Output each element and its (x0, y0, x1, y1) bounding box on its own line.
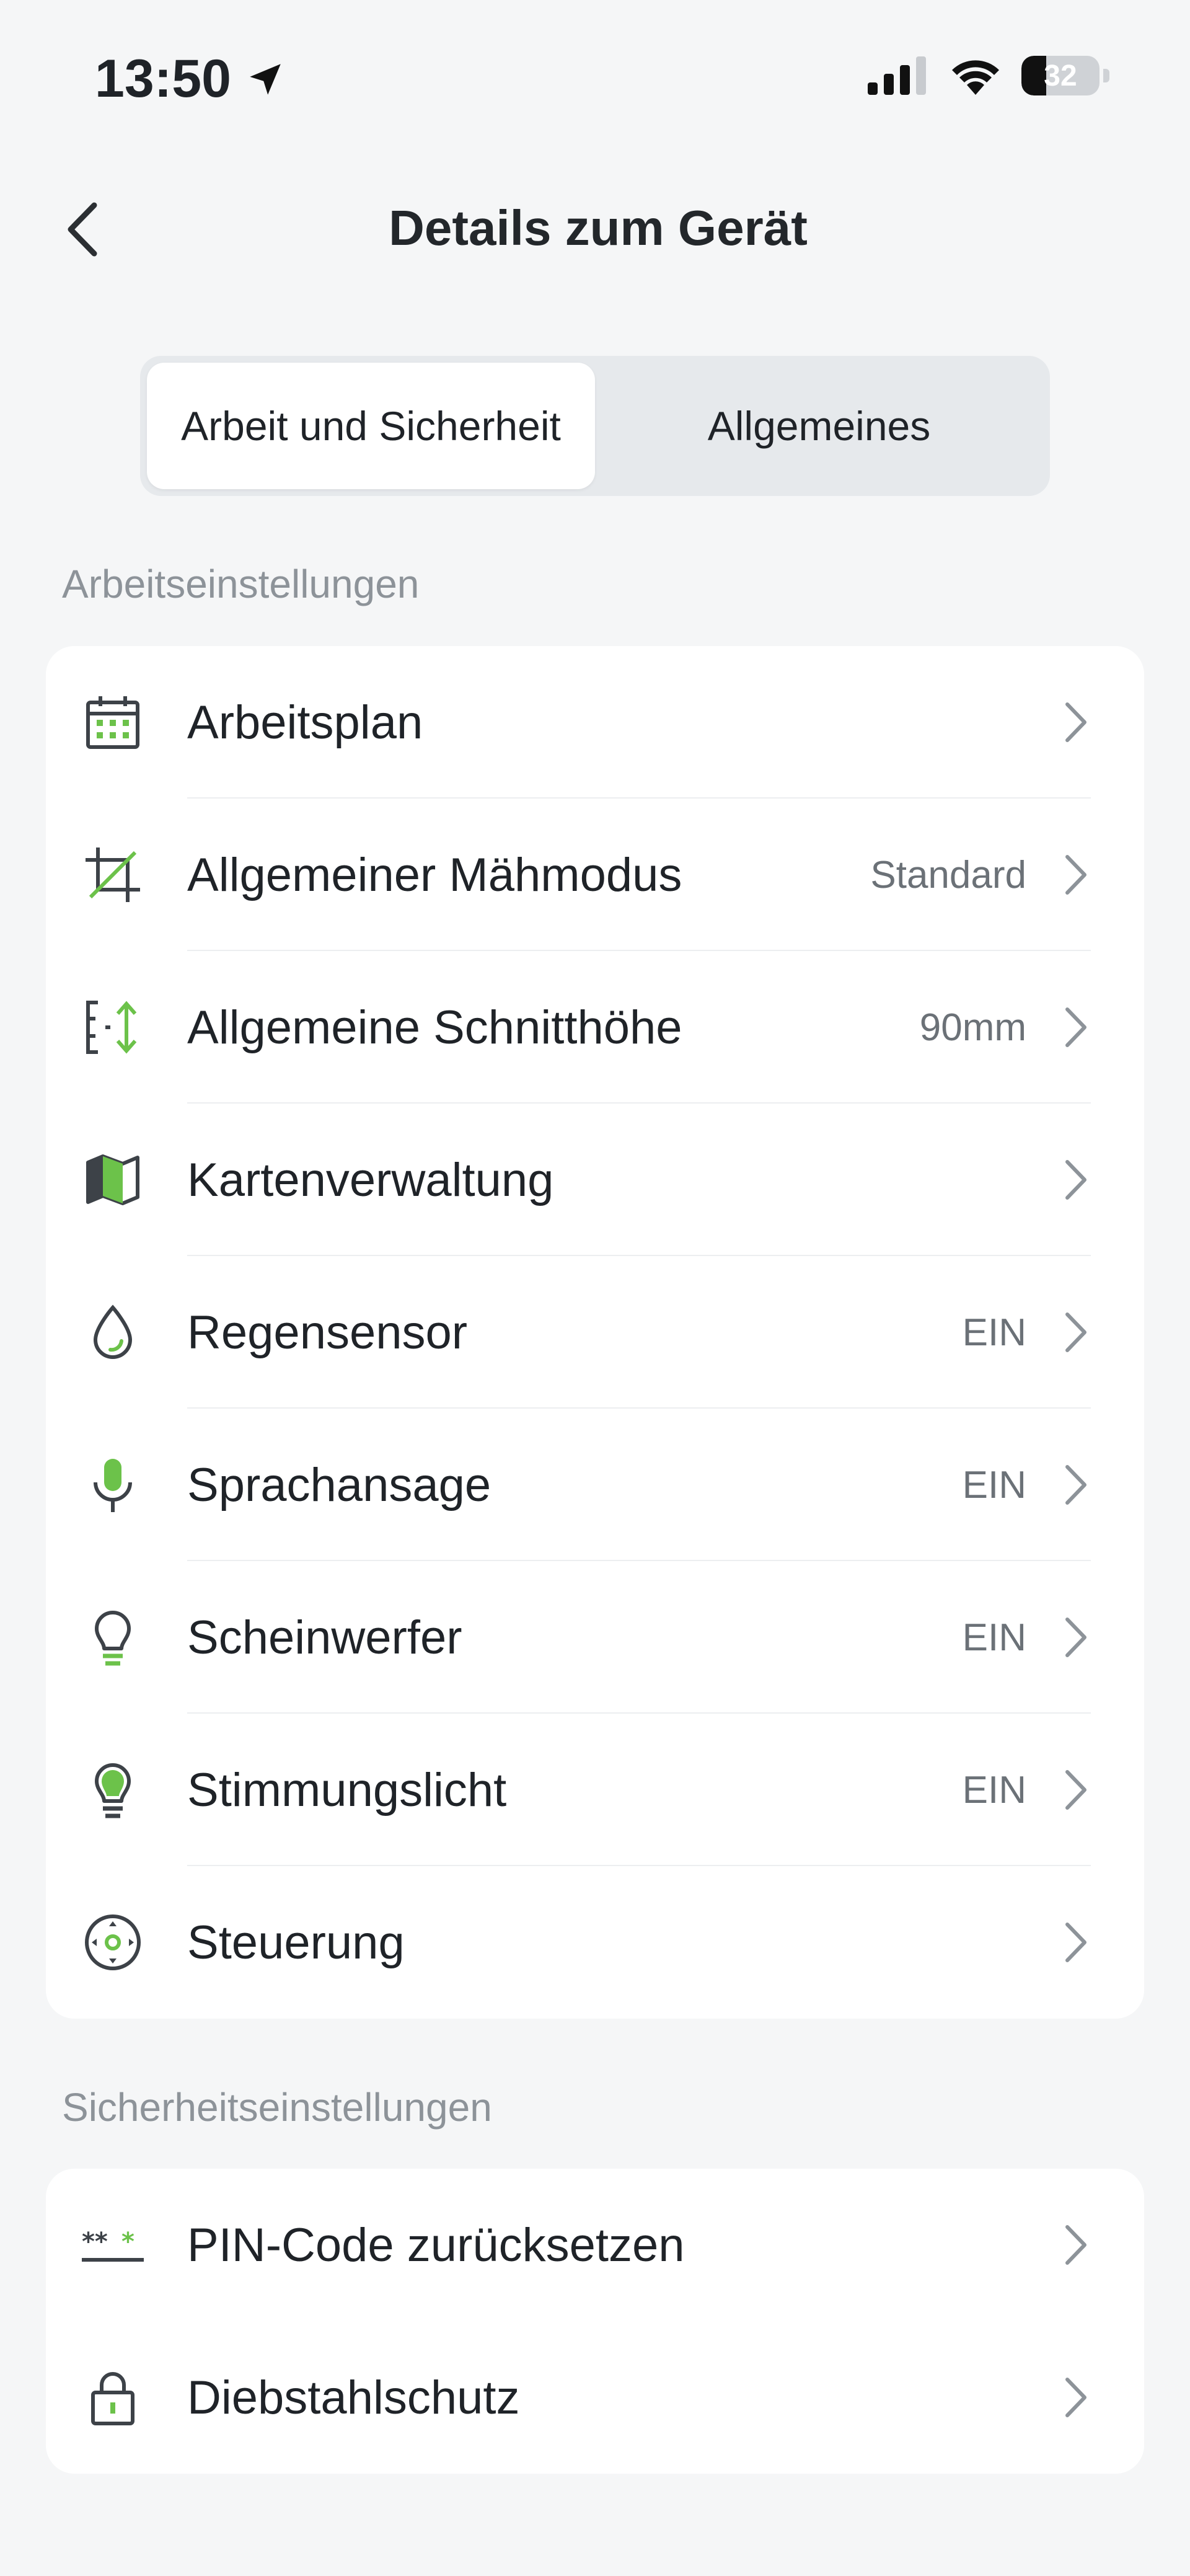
row-reset-pin[interactable]: ** * PIN-Code zurücksetzen (46, 2169, 1144, 2321)
crop-icon (81, 843, 145, 907)
header: Details zum Gerät (0, 180, 1190, 279)
status-bar: 13:50 32 (0, 0, 1190, 155)
map-icon (81, 1148, 145, 1212)
calendar-icon (81, 690, 145, 755)
svg-text:**: ** (82, 2228, 108, 2256)
row-label: Diebstahlschutz (187, 2371, 520, 2424)
battery-text: 32 (1044, 59, 1077, 92)
chevron-right-icon (1057, 1918, 1095, 1967)
chevron-right-icon (1057, 697, 1095, 747)
chevron-right-icon (1057, 1613, 1095, 1662)
row-rain-sensor[interactable]: Regensensor EIN (46, 1256, 1144, 1409)
joystick-icon (81, 1910, 145, 1975)
tab-work-and-security[interactable]: Arbeit und Sicherheit (147, 363, 595, 489)
row-control[interactable]: Steuerung (46, 1866, 1144, 2019)
row-theft-protection[interactable]: Diebstahlschutz (46, 2321, 1144, 2474)
row-label: Allgemeine Schnitthöhe (187, 1001, 682, 1054)
chevron-right-icon (1057, 1003, 1095, 1052)
row-value: EIN (962, 1311, 1026, 1354)
tab-general[interactable]: Allgemeines (595, 363, 1043, 489)
row-label: PIN-Code zurücksetzen (187, 2218, 685, 2272)
chevron-right-icon (1057, 1308, 1095, 1357)
bulb-icon (81, 1605, 145, 1670)
status-time: 13:50 (95, 48, 286, 110)
chevron-right-icon (1057, 850, 1095, 900)
svg-text:*: * (121, 2228, 134, 2256)
battery-fill (1021, 56, 1047, 95)
wifi-icon (952, 60, 999, 95)
row-value: EIN (962, 1616, 1026, 1659)
row-mowing-mode[interactable]: Allgemeiner Mähmodus Standard (46, 799, 1144, 951)
chevron-right-icon (1057, 1460, 1095, 1510)
segmented-control: Arbeit und Sicherheit Allgemeines (140, 356, 1050, 496)
status-time-text: 13:50 (95, 49, 231, 108)
row-label: Scheinwerfer (187, 1611, 462, 1664)
row-work-plan[interactable]: Arbeitsplan (46, 646, 1144, 799)
battery-cap (1103, 69, 1109, 82)
page-title: Details zum Gerät (389, 200, 808, 255)
chevron-right-icon (1057, 2220, 1095, 2270)
microphone-icon (81, 1453, 145, 1517)
row-label: Regensensor (187, 1306, 468, 1359)
bulb-filled-icon (81, 1758, 145, 1822)
cellular-signal-icon (868, 56, 926, 95)
row-label: Arbeitsplan (187, 696, 423, 749)
row-label: Sprachansage (187, 1458, 491, 1512)
status-right: 32 (868, 56, 1109, 95)
chevron-right-icon (1057, 1155, 1095, 1205)
battery-icon: 32 (1021, 56, 1100, 95)
row-map-management[interactable]: Kartenverwaltung (46, 1104, 1144, 1256)
row-label: Stimmungslicht (187, 1763, 507, 1817)
chevron-right-icon (1057, 1765, 1095, 1815)
row-value: 90mm (919, 1006, 1026, 1049)
row-value: EIN (962, 1768, 1026, 1812)
row-value: EIN (962, 1463, 1026, 1507)
height-icon (81, 995, 145, 1060)
row-label: Kartenverwaltung (187, 1153, 554, 1206)
section-title-work: Arbeitseinstellungen (62, 562, 420, 606)
chevron-right-icon (1057, 2373, 1095, 2422)
row-mood-light[interactable]: Stimmungslicht EIN (46, 1714, 1144, 1866)
drop-icon (81, 1300, 145, 1365)
row-label: Steuerung (187, 1916, 405, 1969)
security-settings-card: ** * PIN-Code zurücksetzen Diebstahlschu… (46, 2169, 1144, 2474)
work-settings-card: Arbeitsplan Allgemeiner Mähmodus Standar… (46, 646, 1144, 2019)
section-title-security: Sicherheitseinstellungen (62, 2085, 492, 2130)
row-cutting-height[interactable]: Allgemeine Schnitthöhe 90mm (46, 951, 1144, 1104)
row-voice-announcement[interactable]: Sprachansage EIN (46, 1409, 1144, 1561)
lock-icon (81, 2365, 145, 2430)
pin-code-icon: ** * (81, 2213, 145, 2277)
row-value: Standard (870, 853, 1026, 896)
row-label: Allgemeiner Mähmodus (187, 848, 682, 901)
location-arrow-icon (250, 63, 281, 95)
row-headlight[interactable]: Scheinwerfer EIN (46, 1561, 1144, 1714)
